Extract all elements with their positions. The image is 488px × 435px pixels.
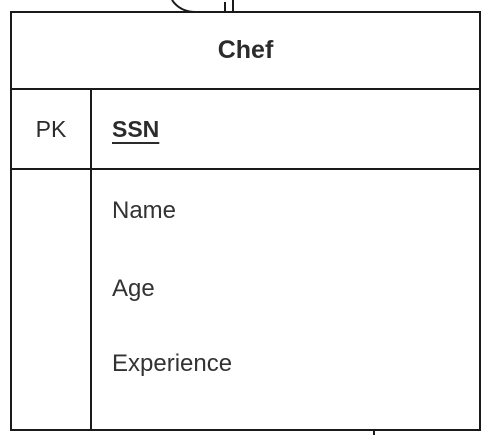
- entity-table-chef[interactable]: Chef PK SSN Name Age Experience: [10, 11, 481, 431]
- entity-name: Chef: [12, 13, 479, 90]
- attribute-experience: Experience: [112, 350, 233, 377]
- attribute-name: Name: [112, 197, 177, 224]
- er-diagram-canvas: Chef PK SSN Name Age Experience: [0, 0, 488, 435]
- key-column-divider: [90, 90, 92, 429]
- pk-label: PK: [35, 115, 67, 142]
- attribute-age: Age: [112, 275, 155, 302]
- primary-key-row: PK SSN: [12, 90, 479, 170]
- pk-attribute: SSN: [112, 115, 160, 142]
